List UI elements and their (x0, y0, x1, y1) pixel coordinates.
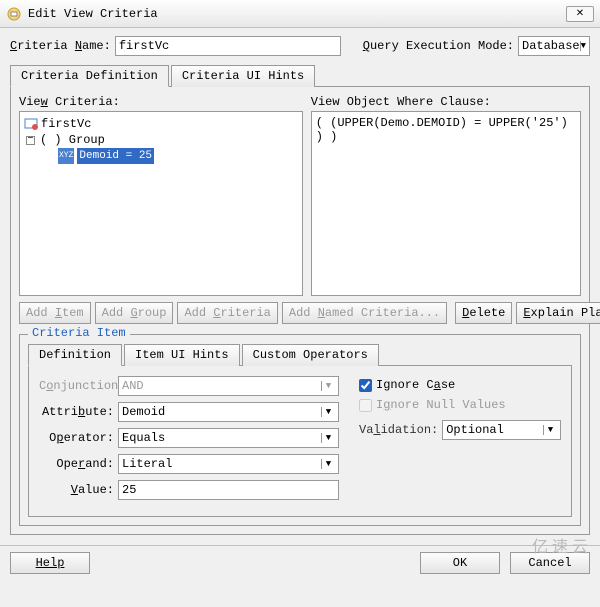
validation-label: Validation: (359, 423, 438, 437)
explain-plan-button[interactable]: Explain Plan... (516, 302, 600, 324)
close-button[interactable]: ✕ (566, 6, 594, 22)
operand-select[interactable]: Literal▼ (118, 454, 339, 474)
tree-root-label: firstVc (41, 116, 91, 132)
criteria-name-input[interactable] (115, 36, 341, 56)
chevron-down-icon: ▼ (580, 41, 586, 51)
ignore-null-checkbox: Ignore Null Values (359, 398, 561, 412)
add-named-criteria-button: Add Named Criteria... (282, 302, 447, 324)
criteria-item-legend: Criteria Item (28, 326, 130, 340)
where-clause-text: ( (UPPER(Demo.DEMOID) = UPPER('25') ) ) (311, 111, 581, 296)
validation-select[interactable]: Optional▼ (442, 420, 561, 440)
titlebar: Edit View Criteria ✕ (0, 0, 600, 28)
help-button[interactable]: Help (10, 552, 90, 574)
query-exec-mode-select[interactable]: Database ▼ (518, 36, 590, 56)
tree-group-label: ( ) Group (40, 132, 105, 148)
tab-item-definition[interactable]: Definition (28, 344, 122, 366)
dialog-title: Edit View Criteria (28, 7, 566, 21)
tree-item-badge: XYZ (58, 148, 74, 164)
tab-custom-operators[interactable]: Custom Operators (242, 344, 379, 366)
tab-criteria-definition[interactable]: Criteria Definition (10, 65, 169, 87)
conjunction-select: AND▼ (118, 376, 339, 396)
chevron-down-icon: ▼ (321, 407, 335, 417)
add-item-button: Add Item (19, 302, 91, 324)
tab-item-ui-hints[interactable]: Item UI Hints (124, 344, 240, 366)
chevron-down-icon: ▼ (321, 433, 335, 443)
view-criteria-label: View Criteria: (19, 95, 303, 109)
value-input[interactable] (118, 480, 339, 500)
conjunction-label: Conjunction: (39, 379, 114, 393)
attribute-select[interactable]: Demoid▼ (118, 402, 339, 422)
query-exec-mode-label: Query Execution Mode: (363, 39, 514, 53)
criteria-definition-panel: View Criteria: firstVc − ( ) Group (10, 86, 590, 535)
ok-button[interactable]: OK (420, 552, 500, 574)
add-group-button: Add Group (95, 302, 174, 324)
operator-label: Operator: (39, 431, 114, 445)
tab-criteria-ui-hints[interactable]: Criteria UI Hints (171, 65, 315, 87)
view-criteria-tree[interactable]: firstVc − ( ) Group XYZ Demoid = 25 (19, 111, 303, 296)
delete-button[interactable]: Delete (455, 302, 512, 324)
tree-item-selected[interactable]: Demoid = 25 (77, 148, 154, 164)
chevron-down-icon: ▼ (321, 459, 335, 469)
criteria-name-label: Criteria Name: (10, 39, 111, 53)
chevron-down-icon: ▼ (321, 381, 335, 391)
criteria-item-fieldset: Criteria Item Definition Item UI Hints C… (19, 334, 581, 526)
expand-minus-icon[interactable]: − (26, 136, 35, 145)
where-clause-label: View Object Where Clause: (311, 95, 581, 109)
watermark: 亿速云 (532, 533, 592, 557)
attribute-label: Attribute: (39, 405, 114, 419)
operand-label: Operand: (39, 457, 114, 471)
value-label: Value: (39, 483, 114, 497)
operator-select[interactable]: Equals▼ (118, 428, 339, 448)
vc-root-icon (24, 117, 38, 131)
add-criteria-button: Add Criteria (177, 302, 277, 324)
chevron-down-icon: ▼ (543, 425, 557, 435)
app-icon (6, 6, 22, 22)
ignore-case-checkbox[interactable]: Ignore Case (359, 378, 561, 392)
